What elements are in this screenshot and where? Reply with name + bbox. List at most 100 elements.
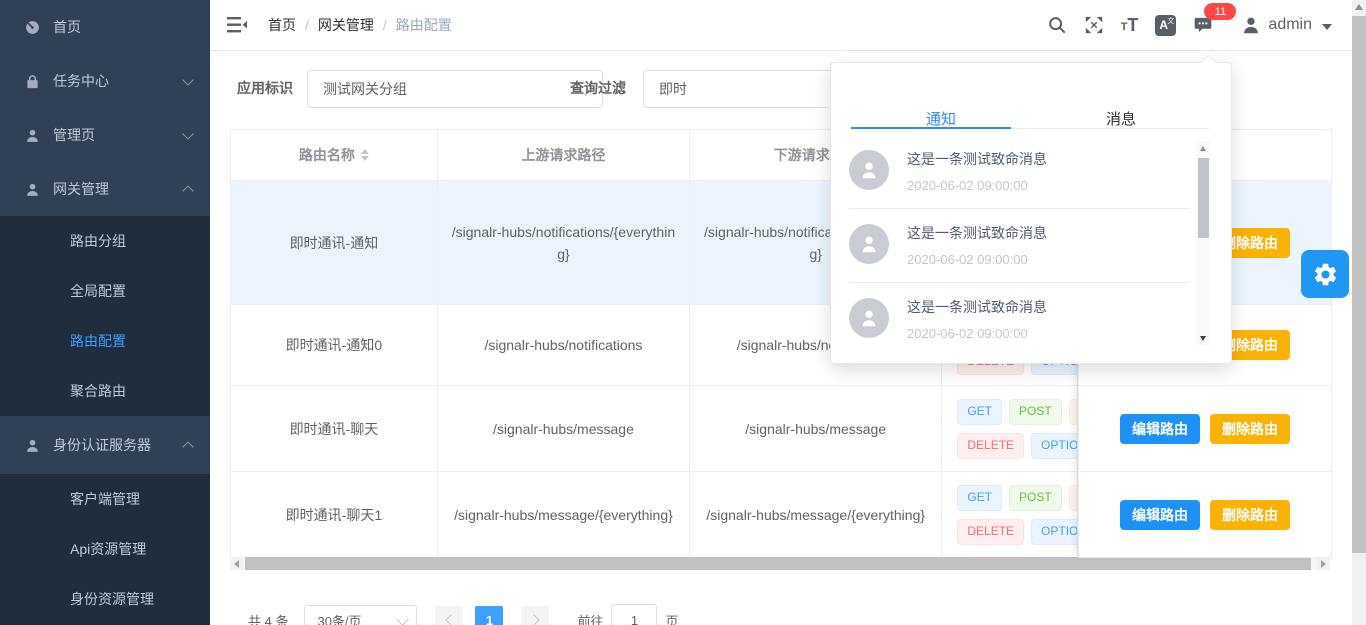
- notification-time: 2020-06-02 09:00:00: [907, 178, 1179, 194]
- notification-panel: 通知 消息 这是一条测试致命消息 2020-06-02 09:00:00 这是一…: [830, 62, 1232, 364]
- method-tag: PUT: [1069, 485, 1078, 511]
- breadcrumb-home[interactable]: 首页: [268, 15, 296, 35]
- avatar: [849, 298, 889, 338]
- page-size-select[interactable]: 30条/页: [304, 605, 417, 625]
- user-icon: [24, 181, 41, 198]
- sidebar-item-client-management[interactable]: 客户端管理: [0, 474, 210, 524]
- horizontal-scrollbar-thumb[interactable]: [245, 557, 1311, 570]
- pagination: 共 4 条 30条/页 1 前往 页: [248, 606, 679, 625]
- notification-title: 这是一条测试致命消息: [907, 224, 1179, 242]
- sidebar-item-label: 身份认证服务器: [53, 435, 184, 455]
- chevron-down-icon: [182, 74, 193, 85]
- prev-page-button[interactable]: [435, 606, 463, 625]
- cell-route-name: 即时通讯-聊天1: [231, 472, 438, 557]
- cell-route-name: 即时通讯-通知0: [231, 305, 438, 385]
- row-actions: 编辑路由 删除路由: [1079, 386, 1331, 472]
- sidebar-item-label: 任务中心: [53, 71, 184, 91]
- cell-route-name: 即时通讯-通知: [231, 181, 438, 304]
- sidebar-item-label: 首页: [53, 17, 192, 37]
- cell-upstream-path: /signalr-hubs/message: [438, 386, 690, 471]
- chevron-down-icon: [182, 128, 193, 139]
- avatar: [849, 150, 889, 190]
- breadcrumb-gateway[interactable]: 网关管理: [318, 15, 374, 35]
- cell-downstream-path: /signalr-hubs/message/{everything}: [690, 472, 942, 557]
- notification-item[interactable]: 这是一条测试致命消息 2020-06-02 09:00:00: [849, 283, 1189, 356]
- sidebar-item-aggregate-route[interactable]: 聚合路由: [0, 366, 210, 416]
- translate-icon[interactable]: A 文: [1155, 15, 1176, 36]
- user-menu[interactable]: admin: [1240, 14, 1332, 36]
- app-group-select[interactable]: 测试网关分组: [307, 70, 603, 108]
- panel-scrollbar[interactable]: [1197, 141, 1210, 346]
- fullscreen-icon[interactable]: [1084, 15, 1104, 35]
- lock-icon: [24, 73, 41, 90]
- scroll-up-arrow-icon[interactable]: [1355, 4, 1363, 10]
- gear-icon: [1312, 261, 1339, 288]
- sidebar-item-route-groups[interactable]: 路由分组: [0, 216, 210, 266]
- edit-route-button[interactable]: 编辑路由: [1120, 414, 1200, 444]
- chevron-up-icon: [182, 441, 193, 452]
- cell-upstream-path: /signalr-hubs/message/{everything}: [438, 472, 690, 557]
- notification-item[interactable]: 这是一条测试致命消息 2020-06-02 09:00:00: [849, 135, 1189, 209]
- next-page-button[interactable]: [521, 606, 549, 625]
- method-tag: DELETE: [957, 519, 1024, 545]
- app-group-select-value: 测试网关分组: [323, 79, 407, 99]
- sort-caret-icon[interactable]: [361, 149, 369, 161]
- breadcrumb: 首页 / 网关管理 / 路由配置: [268, 0, 452, 50]
- goto-label: 前往: [577, 611, 603, 625]
- column-header-route-name[interactable]: 路由名称: [231, 130, 438, 180]
- message-icon[interactable]: 11: [1193, 15, 1213, 35]
- sidebar-identity-submenu: 客户端管理 Api资源管理 身份资源管理: [0, 474, 210, 625]
- chevron-up-icon: [182, 185, 193, 196]
- active-tab-underline: [851, 127, 1011, 129]
- delete-route-button[interactable]: 删除路由: [1210, 414, 1290, 444]
- table-horizontal-scrollbar[interactable]: [230, 557, 1330, 570]
- panel-scrollbar-thumb[interactable]: [1198, 158, 1209, 238]
- app-root: 首页 任务中心 管理页 网关管理 路由分组 全局配置 路由配置 聚合路由 身份认…: [0, 0, 1366, 625]
- current-page-button[interactable]: 1: [475, 606, 503, 625]
- notification-title: 这是一条测试致命消息: [907, 150, 1179, 168]
- sidebar-item-admin-page[interactable]: 管理页: [0, 108, 210, 162]
- column-header-upstream: 上游请求路径: [438, 130, 690, 180]
- sidebar-item-gateway[interactable]: 网关管理: [0, 162, 210, 216]
- settings-gear-button[interactable]: [1301, 250, 1349, 298]
- goto-page-input[interactable]: [611, 604, 657, 625]
- sidebar-item-identity-server[interactable]: 身份认证服务器: [0, 416, 210, 474]
- cell-upstream-path: /signalr-hubs/notifications: [438, 305, 690, 385]
- sidebar-item-identity-resources[interactable]: 身份资源管理: [0, 574, 210, 624]
- notification-tabs: 通知 消息: [831, 63, 1231, 129]
- scroll-up-arrow-icon[interactable]: [1200, 146, 1206, 151]
- notification-item[interactable]: 这是一条测试致命消息 2020-06-02 09:00:00: [849, 209, 1189, 283]
- method-tag: OPTIONS: [1031, 433, 1078, 459]
- notification-time: 2020-06-02 09:00:00: [907, 326, 1179, 342]
- method-tag: PUT: [1069, 399, 1078, 425]
- method-tag: GET: [957, 399, 1002, 425]
- cell-downstream-path: /signalr-hubs/message: [690, 386, 942, 471]
- sidebar-item-route-config[interactable]: 路由配置: [0, 316, 210, 366]
- hamburger-icon[interactable]: [226, 14, 248, 36]
- cell-methods: GET POST PUT DELETE OPTIONS: [942, 386, 1078, 471]
- dashboard-icon: [24, 19, 41, 36]
- sidebar-item-home[interactable]: 首页: [0, 0, 210, 54]
- breadcrumb-separator: /: [383, 17, 387, 33]
- user-icon: [24, 437, 41, 454]
- top-navbar: 首页 / 网关管理 / 路由配置 TT A 文 11: [210, 0, 1352, 51]
- scroll-right-arrow-icon[interactable]: [1317, 557, 1330, 570]
- navbar-actions: TT A 文 11 admin: [1047, 0, 1332, 50]
- notification-title: 这是一条测试致命消息: [907, 298, 1179, 316]
- delete-route-button[interactable]: 删除路由: [1210, 500, 1290, 530]
- edit-route-button[interactable]: 编辑路由: [1120, 500, 1200, 530]
- scroll-down-arrow-icon[interactable]: [1200, 336, 1206, 341]
- cell-upstream-path: /signalr-hubs/notifications/{everything}: [438, 181, 690, 304]
- scroll-left-arrow-icon[interactable]: [230, 557, 243, 570]
- sidebar-item-tasks[interactable]: 任务中心: [0, 54, 210, 108]
- page-vertical-scrollbar[interactable]: [1352, 0, 1366, 625]
- font-size-icon[interactable]: TT: [1121, 16, 1139, 34]
- cell-methods: GET POST PUT DELETE OPTIONS: [942, 472, 1078, 557]
- avatar: [849, 224, 889, 264]
- username: admin: [1268, 16, 1312, 34]
- search-icon[interactable]: [1047, 15, 1067, 35]
- row-actions: 编辑路由 删除路由: [1079, 472, 1331, 558]
- sidebar-item-global-config[interactable]: 全局配置: [0, 266, 210, 316]
- sidebar-item-api-resources[interactable]: Api资源管理: [0, 524, 210, 574]
- vertical-scrollbar-thumb[interactable]: [1352, 16, 1366, 553]
